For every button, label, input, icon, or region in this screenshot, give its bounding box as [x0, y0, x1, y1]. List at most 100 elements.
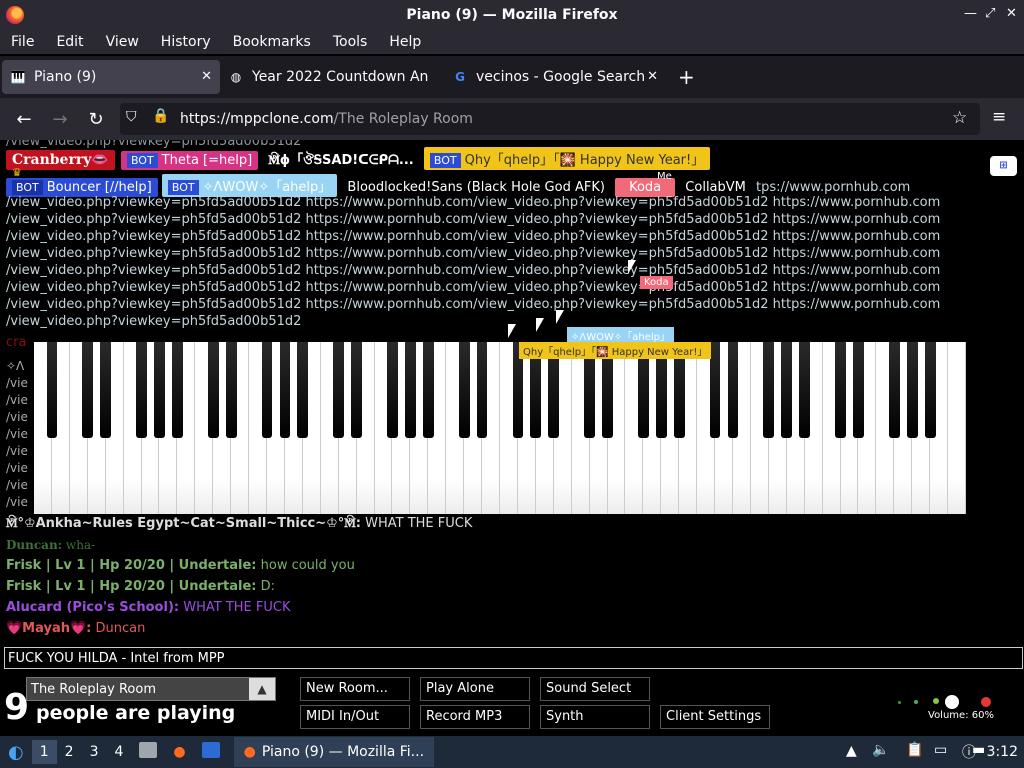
player-count: 9: [4, 687, 30, 728]
workspace-4[interactable]: 4: [106, 744, 131, 760]
taskbar-window-firefox[interactable]: ● Piano (9) — Mozilla Fi...: [233, 737, 435, 767]
piano-black-key[interactable]: [387, 342, 398, 438]
piano-black-key[interactable]: [727, 342, 739, 438]
tab-label: Piano (9): [34, 69, 97, 85]
close-tab-icon[interactable]: ✕: [201, 69, 212, 84]
menu-history[interactable]: History: [150, 34, 222, 50]
menu-bookmarks[interactable]: Bookmarks: [222, 34, 322, 50]
close-window-icon[interactable]: ✕: [1006, 6, 1017, 21]
midi-button[interactable]: MIDI In/Out: [300, 705, 410, 729]
menu-file[interactable]: File: [0, 34, 45, 50]
file-manager-icon[interactable]: [131, 742, 165, 762]
me-label: Me: [657, 171, 672, 182]
piano-black-key[interactable]: [476, 342, 488, 438]
tab-countdown[interactable]: ◍ Year 2022 Countdown An: [220, 60, 444, 94]
play-alone-button[interactable]: Play Alone: [420, 677, 530, 701]
client-settings-button[interactable]: Client Settings: [660, 705, 770, 729]
workspace-3[interactable]: 3: [82, 744, 107, 760]
piano-black-key[interactable]: [351, 342, 362, 438]
menu-view[interactable]: View: [95, 34, 150, 50]
room-select[interactable]: The Roleplay Room ▲: [26, 677, 276, 701]
new-tab-icon[interactable]: +: [678, 65, 695, 89]
reload-icon[interactable]: ↻: [78, 109, 114, 130]
user-sad[interactable]: 🕅ϕ「ঔᎦSAD!ᑕᕮᑭᗩ...: [262, 147, 420, 174]
piano-black-key[interactable]: [924, 342, 936, 438]
piano-black-key[interactable]: [906, 342, 918, 438]
new-room-button[interactable]: New Room...: [300, 677, 410, 701]
piano-black-key[interactable]: [888, 342, 900, 438]
maximize-icon[interactable]: ⤢: [985, 6, 995, 21]
globe-icon: ◍: [230, 70, 242, 84]
piano-black-key[interactable]: [458, 342, 470, 438]
cursor-tag-koda: Koda: [640, 276, 673, 289]
minimize-icon[interactable]: —: [964, 6, 977, 21]
tab-google[interactable]: G vecinos - Google Search ✕: [444, 60, 666, 94]
piano-black-key[interactable]: [154, 342, 165, 438]
menu-tools[interactable]: Tools: [322, 34, 379, 50]
piano-black-key[interactable]: [835, 342, 846, 438]
piano-black-key[interactable]: [100, 342, 112, 438]
piano-black-key[interactable]: [172, 342, 183, 438]
google-icon: G: [455, 70, 465, 84]
url-path: /The Roleplay Room: [333, 111, 473, 127]
cursor-tag-qhy: Qhy「qhelp」「🎇 Happy New Year!」: [519, 342, 712, 359]
clipboard-icon[interactable]: 📋: [906, 742, 923, 758]
menu-edit[interactable]: Edit: [45, 34, 94, 50]
close-tab-icon[interactable]: ✕: [647, 69, 658, 84]
sound-select-button[interactable]: Sound Select: [540, 677, 650, 701]
forward-icon[interactable]: →: [42, 109, 78, 130]
app-menu-icon[interactable]: ≡: [992, 107, 1006, 127]
piano-black-key[interactable]: [781, 342, 793, 438]
user-theta[interactable]: BOT Theta [=help]: [120, 151, 259, 170]
lock-icon[interactable]: 🔒: [152, 108, 169, 124]
record-mp3-button[interactable]: Record MP3: [420, 705, 530, 729]
display-icon[interactable]: ▭: [934, 742, 947, 758]
shield-icon[interactable]: ⛉: [126, 109, 137, 125]
menu-help[interactable]: Help: [378, 34, 432, 50]
piano-black-key[interactable]: [261, 342, 273, 438]
piano-black-key[interactable]: [207, 342, 219, 438]
url-bar[interactable]: ⛉ 🔒 https://mppclone.com/The Roleplay Ro…: [120, 103, 980, 135]
chat-message: Frisk | Lv 1 | Hp 20/20 | Undertale: how…: [6, 558, 355, 573]
piano-black-key[interactable]: [799, 342, 811, 438]
synth-button[interactable]: Synth: [540, 705, 650, 729]
workspace-2[interactable]: 2: [57, 744, 82, 760]
workspace-1[interactable]: 1: [31, 740, 57, 764]
piano-keyboard[interactable]: [34, 342, 966, 514]
nav-bar: ← → ↻ ⛉ 🔒 https://mppclone.com/The Rolep…: [0, 98, 1024, 140]
user-awow[interactable]: BOT ✧ΛWOW✧「ahelp」: [161, 174, 338, 197]
tab-label: vecinos - Google Search: [476, 69, 646, 85]
chat-input[interactable]: FUCK YOU HILDA - Intel from MPP: [4, 647, 1023, 669]
piano-black-key[interactable]: [136, 342, 147, 438]
piano-black-key[interactable]: [405, 342, 416, 438]
room-name: The Roleplay Room: [31, 681, 156, 697]
piano-black-key[interactable]: [279, 342, 291, 438]
volume-dot: [898, 701, 901, 704]
piano-black-key[interactable]: [333, 342, 345, 438]
user-cranberry[interactable]: Cranberry👄: [6, 150, 115, 170]
piano-black-key[interactable]: [422, 342, 434, 438]
piano-black-key[interactable]: [763, 342, 775, 438]
piano-icon: 🎹: [10, 70, 26, 84]
firefox-launcher-icon[interactable]: ●: [165, 744, 193, 760]
desktop-icon[interactable]: [194, 742, 228, 762]
piano-black-key[interactable]: [82, 342, 94, 438]
chevron-up-icon[interactable]: ▲: [249, 678, 275, 700]
bookmark-star-icon[interactable]: ☆: [952, 108, 967, 128]
piano-black-key[interactable]: [225, 342, 237, 438]
network-icon[interactable]: ▬: [972, 742, 985, 758]
volume-knob[interactable]: [945, 695, 959, 709]
start-menu-icon[interactable]: ◐: [0, 742, 32, 763]
firefox-icon: ●: [243, 744, 256, 760]
tray-updown-icon[interactable]: ▲: [846, 743, 857, 759]
cursor-user: [536, 318, 544, 332]
layout-toggle-icon[interactable]: ⊞: [990, 156, 1017, 176]
piano-black-key[interactable]: [297, 342, 309, 438]
piano-white-key[interactable]: [948, 342, 966, 514]
user-qhy[interactable]: BOT Qhy「qhelp」「🎇 Happy New Year!」: [423, 147, 711, 170]
piano-black-key[interactable]: [853, 342, 864, 438]
volume-tray-icon[interactable]: 🔈: [872, 742, 889, 758]
tab-piano[interactable]: 🎹 Piano (9) ✕: [2, 60, 220, 94]
back-icon[interactable]: ←: [6, 109, 42, 130]
piano-black-key[interactable]: [46, 342, 58, 438]
